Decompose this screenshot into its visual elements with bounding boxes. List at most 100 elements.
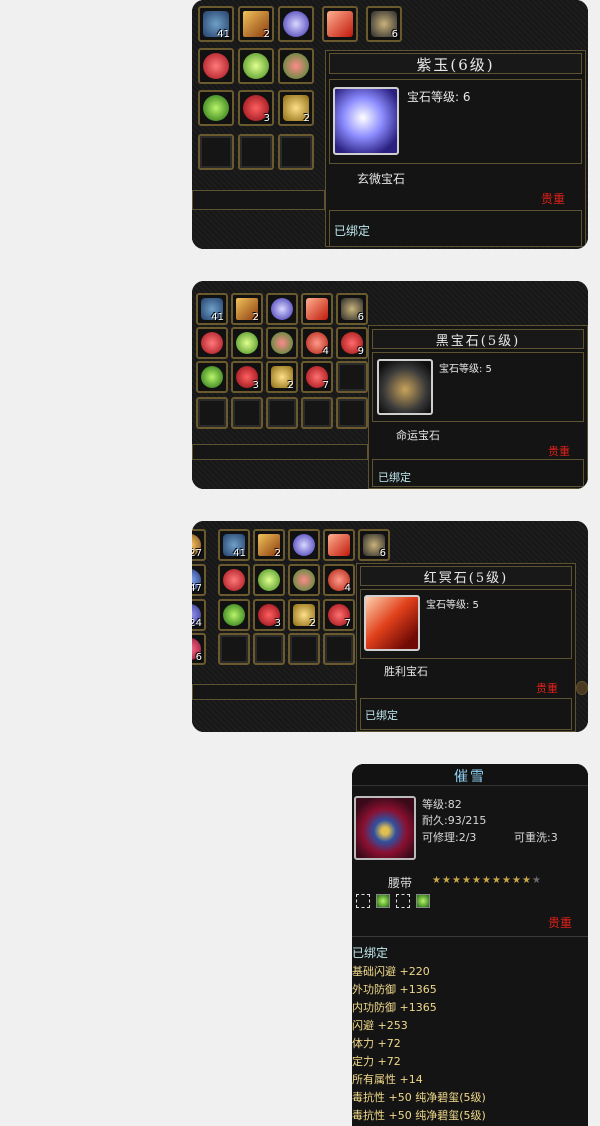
inventory-slot-empty[interactable]	[253, 633, 285, 665]
inventory-slot[interactable]	[323, 529, 355, 561]
inventory-slot[interactable]: 4	[301, 327, 333, 359]
inventory-slot[interactable]: 27	[192, 529, 206, 561]
inventory-slot[interactable]: 41	[196, 293, 228, 325]
item-rewashable: 可重洗:3	[514, 831, 558, 844]
empty-socket-icon	[356, 894, 370, 908]
inventory-slot-empty[interactable]	[266, 397, 298, 429]
inventory-slot-empty[interactable]	[288, 633, 320, 665]
item-count: 2	[252, 312, 259, 323]
inventory-slot[interactable]	[231, 327, 263, 359]
equipment-tooltip: 催雪 等级:82 耐久:93/215 可修理:2/3 可重洗:3 腰带 ★ ★ ★ ★…	[352, 764, 588, 1126]
scroll-handle[interactable]	[576, 681, 588, 695]
inventory-slot[interactable]	[218, 599, 250, 631]
inventory-slot[interactable]	[301, 293, 333, 325]
inventory-slot[interactable]	[218, 564, 250, 596]
star-filled-icon: ★	[432, 875, 441, 886]
inventory-slot-empty[interactable]	[218, 633, 250, 665]
inventory-slot-empty[interactable]	[323, 633, 355, 665]
slot-type: 腰带	[388, 876, 413, 890]
inventory-slot[interactable]	[266, 327, 298, 359]
inventory-slot[interactable]: 2	[238, 6, 274, 42]
inventory-slot[interactable]: 41	[218, 529, 250, 561]
inventory-slot[interactable]	[278, 6, 314, 42]
inventory-slot[interactable]	[238, 48, 274, 84]
inventory-slot[interactable]: 2	[266, 361, 298, 393]
rarity-label: 贵重	[548, 916, 573, 930]
inventory-slot[interactable]: 41	[198, 6, 234, 42]
inventory-slot-empty[interactable]	[198, 134, 234, 170]
stat-line: 毒抗性 +50 纯净碧玺(5级)	[352, 1091, 486, 1104]
inventory-slot[interactable]	[278, 48, 314, 84]
item-count: 3	[263, 113, 270, 124]
black-gem-icon	[377, 359, 433, 415]
red-crystal-icon	[328, 534, 350, 556]
inventory-slot[interactable]: 6	[358, 529, 390, 561]
inventory-slot[interactable]: 9	[336, 327, 368, 359]
inventory-slot-empty[interactable]	[278, 134, 314, 170]
item-count: 4	[322, 346, 329, 357]
inventory-slot[interactable]	[196, 327, 228, 359]
purple-jade-gem-icon	[293, 534, 315, 556]
inventory-slot[interactable]: 4	[323, 564, 355, 596]
star-filled-icon: ★	[482, 875, 491, 886]
inventory-bottom-bar	[192, 190, 325, 210]
inventory-slot[interactable]: 6	[192, 633, 206, 665]
inventory-slot-empty[interactable]	[336, 397, 368, 429]
inventory-slot[interactable]: 24	[192, 599, 206, 631]
item-count: 7	[322, 380, 329, 391]
inventory-slot[interactable]: 7	[323, 599, 355, 631]
inventory-slot[interactable]	[322, 6, 358, 42]
item-repairable: 可修理:2/3	[422, 831, 477, 844]
gem-level-label: 宝石等级: 5	[426, 600, 479, 611]
item-count: 3	[252, 380, 259, 391]
item-count: 47	[192, 583, 202, 594]
star-empty-icon: ★	[532, 875, 541, 886]
item-count: 7	[344, 618, 351, 629]
inventory-slot[interactable]: 3	[253, 599, 285, 631]
gem-title: 黑宝石(5级)	[435, 334, 521, 349]
star-filled-icon: ★	[512, 875, 521, 886]
inventory-slot-empty[interactable]	[301, 397, 333, 429]
inventory-slot[interactable]	[196, 361, 228, 393]
inventory-slot[interactable]	[266, 293, 298, 325]
inventory-slot[interactable]: 2	[231, 293, 263, 325]
gem-level-label: 宝石等级: 5	[439, 364, 492, 375]
item-count: 2	[287, 380, 294, 391]
pink-green-gem-icon	[283, 53, 309, 79]
divider	[352, 936, 588, 937]
star-rating: ★ ★ ★ ★ ★ ★ ★ ★ ★ ★ ★	[432, 876, 552, 888]
green-gem-icon	[243, 53, 269, 79]
green-gem-socket-icon	[376, 894, 390, 908]
inventory-slot[interactable]	[253, 564, 285, 596]
inventory-slot-empty[interactable]	[336, 361, 368, 393]
inventory-slot[interactable]: 3	[238, 90, 274, 126]
pink-green-gem-icon	[271, 332, 293, 354]
red-gem-icon	[203, 53, 229, 79]
item-count: 41	[233, 548, 246, 559]
equipment-title: 催雪	[454, 769, 486, 785]
item-durability: 耐久:93/215	[422, 814, 487, 827]
item-count: 4	[344, 583, 351, 594]
inventory-slot[interactable]: 2	[253, 529, 285, 561]
inventory-slot[interactable]	[198, 90, 234, 126]
inventory-slot[interactable]: 2	[278, 90, 314, 126]
rarity-label: 贵重	[548, 445, 570, 458]
inventory-slot-empty[interactable]	[231, 397, 263, 429]
inventory-slot-empty[interactable]	[196, 397, 228, 429]
inventory-slot[interactable]: 2	[288, 599, 320, 631]
purple-jade-gem-icon	[271, 298, 293, 320]
inventory-slot[interactable]	[198, 48, 234, 84]
inventory-slot[interactable]	[288, 564, 320, 596]
stat-line: 基础闪避 +220	[352, 965, 430, 978]
inventory-slot[interactable]	[288, 529, 320, 561]
item-count: 2	[263, 29, 270, 40]
inventory-slot[interactable]: 6	[336, 293, 368, 325]
item-count: 3	[274, 618, 281, 629]
inventory-slot-empty[interactable]	[238, 134, 274, 170]
inventory-slot[interactable]: 47	[192, 564, 206, 596]
inventory-slot[interactable]: 7	[301, 361, 333, 393]
inventory-slot[interactable]: 6	[366, 6, 402, 42]
star-filled-icon: ★	[502, 875, 511, 886]
stat-line: 闪避 +253	[352, 1019, 408, 1032]
inventory-slot[interactable]: 3	[231, 361, 263, 393]
